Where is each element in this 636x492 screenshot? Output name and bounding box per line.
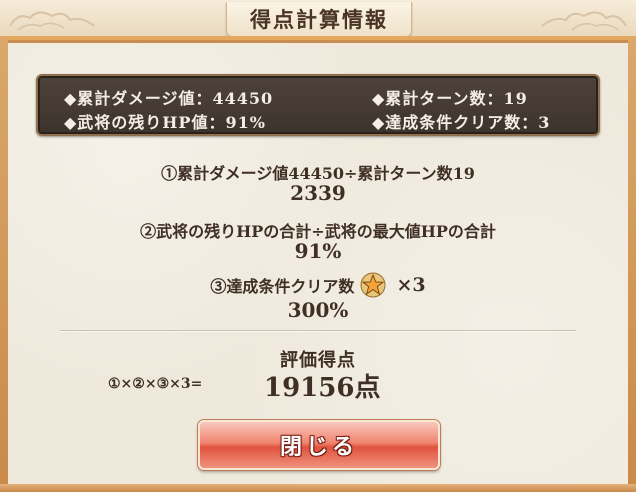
frame-bottom — [0, 484, 636, 492]
header-bar: 得点計算情報 — [0, 0, 636, 43]
formula-1-value: 2339 — [290, 181, 346, 205]
close-button[interactable]: 閉じる — [198, 420, 440, 470]
frame-right — [628, 38, 636, 492]
frame-left — [0, 38, 8, 492]
stat-total-damage: ◆累計ダメージ値：44450 — [64, 89, 274, 108]
gold-star-icon — [360, 272, 386, 298]
page-title: 得点計算情報 — [250, 7, 388, 32]
score-value: 19156点 — [264, 373, 381, 403]
stat-conditions-cleared: ◆達成条件クリア数：3 — [372, 113, 551, 132]
cloud-pattern-icon — [541, 11, 627, 31]
close-button-label: 閉じる — [279, 434, 358, 460]
divider — [60, 330, 576, 332]
stats-panel: ◆累計ダメージ値：44450 ◆累計ターン数：19 ◆武将の残りHP値：91% … — [36, 74, 600, 136]
formula-3-value: 300% — [287, 298, 349, 322]
cloud-pattern-icon — [9, 11, 95, 31]
score-expression: ①×②×③×3= — [108, 376, 203, 392]
formula-2-value: 91% — [294, 239, 342, 263]
formula-3-label: ③達成条件クリア数 — [210, 277, 355, 296]
stat-remaining-hp: ◆武将の残りHP値：91% — [64, 113, 266, 132]
stat-total-turns: ◆累計ターン数：19 — [372, 89, 528, 108]
header-strip — [0, 36, 636, 40]
score-info-panel: 得点計算情報 ◆累計ダメージ値：44450 ◆累計ターン数：19 ◆武将の残りH… — [0, 0, 636, 492]
formula-3: ③達成条件クリア数 ×3 — [0, 272, 636, 298]
formula-3-multiplier: ×3 — [396, 274, 426, 296]
title-plate: 得点計算情報 — [226, 2, 412, 37]
